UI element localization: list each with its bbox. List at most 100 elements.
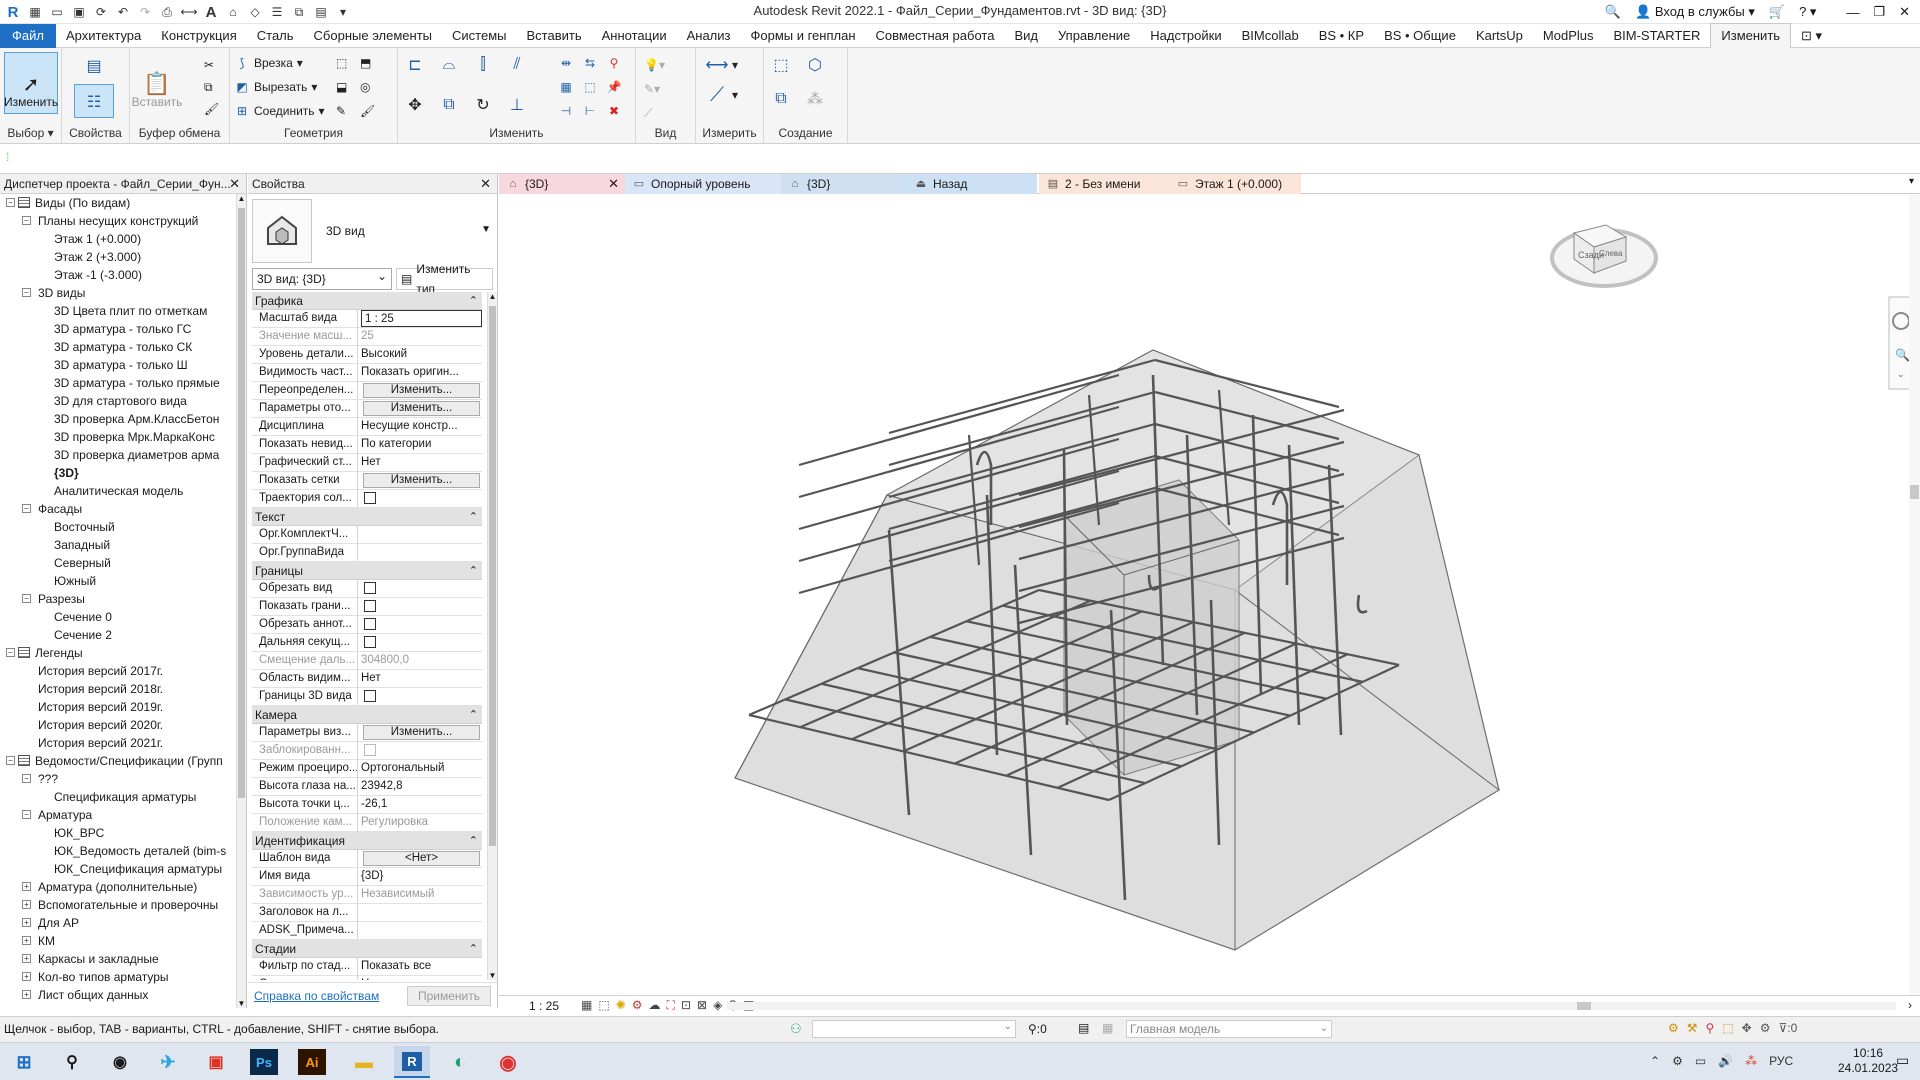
design-option-dropdown[interactable]: Главная модель ⌄ <box>1126 1020 1332 1038</box>
3d-view-canvas[interactable]: Сзади Слева 🔍 ⌄ <box>499 195 1920 995</box>
language-indicator[interactable]: РУС <box>1769 1054 1793 1068</box>
browser-item[interactable]: Восточный <box>0 518 236 536</box>
browser-item[interactable]: ЮК_Ведомость деталей (bim-s <box>0 842 236 860</box>
properties-scrollbar[interactable]: ▲ ▼ <box>487 292 497 980</box>
browser-item[interactable]: − Фасады <box>0 500 236 518</box>
property-value-cell[interactable] <box>358 580 482 597</box>
edit-button[interactable]: <Нет> <box>363 851 480 866</box>
collapse-icon[interactable]: ⌃ <box>469 508 478 526</box>
scrollbar-thumb[interactable] <box>489 306 496 846</box>
property-value-cell[interactable]: Несущие констр... <box>358 418 482 435</box>
illustrator-icon[interactable]: Ai <box>298 1049 326 1075</box>
help-icon[interactable]: ? ▾ <box>1799 4 1816 20</box>
checkbox[interactable] <box>364 690 376 702</box>
browser-item[interactable]: + Для АР <box>0 914 236 932</box>
browser-item[interactable]: Сечение 2 <box>0 626 236 644</box>
browser-item[interactable]: Этаж 2 (+3.000) <box>0 248 236 266</box>
browser-item[interactable]: − Виды (По видам) <box>0 194 236 212</box>
viewcube-left-label[interactable]: Слева <box>1599 249 1623 258</box>
expand-icon[interactable]: + <box>22 954 31 963</box>
background-process-icon[interactable]: ⚙ <box>1760 1021 1771 1035</box>
search-icon[interactable]: 🔍 <box>1605 4 1621 20</box>
browser-item[interactable]: Спецификация арматуры <box>0 788 236 806</box>
type-selector[interactable]: 3D вид ▼ <box>252 196 493 266</box>
ribbon-tab[interactable]: Файл <box>0 23 56 48</box>
user-icon[interactable]: 👤 Вход в службы ▾ <box>1635 4 1755 20</box>
property-value-cell[interactable]: Новая конструкц... <box>358 976 482 980</box>
browser-item[interactable]: − Арматура <box>0 806 236 824</box>
telegram-icon[interactable]: ✈ <box>150 1046 186 1078</box>
property-value-cell[interactable]: Показать все <box>358 958 482 975</box>
volume-icon[interactable]: 🔊 <box>1718 1054 1733 1068</box>
ribbon-tab[interactable]: Формы и генплан <box>740 24 865 48</box>
chevron-up-icon[interactable]: ⌃ <box>1650 1054 1660 1068</box>
lock-3d-icon[interactable]: ⊠ <box>697 998 707 1013</box>
view-tab[interactable]: ▭ Опорный уровень <box>625 174 781 194</box>
property-value-cell[interactable] <box>358 922 482 939</box>
cope-button[interactable]: ⟆ Врезка ▾ <box>234 52 303 74</box>
dimension-icon[interactable]: ⟋ ▾ <box>706 84 738 106</box>
unpin-icon[interactable]: ⚲ <box>606 52 622 74</box>
match-props-icon[interactable]: 🖌 <box>204 98 219 120</box>
view-tab[interactable]: ▤ 2 - Без имени <box>1039 174 1169 194</box>
view-tab[interactable]: ▭ Этаж 1 (+0.000) <box>1169 174 1301 194</box>
close-icon[interactable]: ✕ <box>480 174 491 194</box>
ribbon-tab[interactable]: Системы <box>442 24 516 48</box>
browser-item[interactable]: + Лист общих данных <box>0 986 236 1004</box>
properties-toggle-button[interactable]: ☷ <box>74 84 114 118</box>
browser-item[interactable]: Этаж 1 (+0.000) <box>0 230 236 248</box>
worksets-icon[interactable]: ⚇ <box>790 1021 802 1037</box>
expand-icon[interactable]: + <box>22 990 31 999</box>
move-icon[interactable]: ✥ <box>404 94 426 116</box>
visual-style-icon[interactable]: ⬚ <box>598 998 609 1013</box>
mirror-pick-icon[interactable]: ⫿ <box>472 54 494 76</box>
foundation-3d-model[interactable]: Сзади Слева 🔍 ⌄ <box>499 195 1920 995</box>
property-value-cell[interactable] <box>358 634 482 651</box>
collapse-icon[interactable]: − <box>22 288 31 297</box>
trim-single-icon[interactable]: ⊢ <box>582 100 598 122</box>
property-value-cell[interactable]: Нет <box>358 454 482 471</box>
browser-item[interactable]: − Легенды <box>0 644 236 662</box>
edit-button[interactable]: Изменить... <box>363 473 480 488</box>
type-properties-button[interactable]: ▤ <box>72 52 116 82</box>
create-parts-icon[interactable]: ⬡ <box>804 54 826 76</box>
browser-item[interactable]: {3D} <box>0 464 236 482</box>
filter-icon[interactable]: ⊽:0 <box>1779 1021 1798 1035</box>
browser-item[interactable]: −??? <box>0 770 236 788</box>
geom-tool-2-icon[interactable]: ⬒ <box>360 52 371 74</box>
create-group-icon[interactable]: ⧉ <box>770 88 792 110</box>
ribbon-tab[interactable]: ModPlus <box>1533 24 1604 48</box>
ribbon-tab[interactable]: Конструкция <box>151 24 246 48</box>
apply-button[interactable]: Применить <box>406 985 491 1006</box>
design-options-icon[interactable]: ▤ <box>1078 1021 1089 1035</box>
edit-type-button[interactable]: ▤ Изменить тип <box>396 262 493 296</box>
collapse-icon[interactable]: − <box>6 648 15 657</box>
checkbox[interactable] <box>364 600 376 612</box>
property-value-cell[interactable]: 23942,8 <box>358 778 482 795</box>
browser-item[interactable]: История версий 2018г. <box>0 680 236 698</box>
view-scale-label[interactable]: 1 : 25 <box>529 999 559 1013</box>
browser-item[interactable]: 3D Цвета плит по отметкам <box>0 302 236 320</box>
browser-item[interactable]: Северный <box>0 554 236 572</box>
file-explorer-icon[interactable]: ▬ <box>346 1046 382 1078</box>
browser-item[interactable]: 3D для стартового вида <box>0 392 236 410</box>
exclude-options-icon[interactable]: ▦ <box>1102 1021 1113 1035</box>
expand-icon[interactable]: + <box>22 972 31 981</box>
expand-icon[interactable]: + <box>22 936 31 945</box>
app-red-icon[interactable]: ▣ <box>198 1046 234 1078</box>
close-button[interactable]: ✕ <box>1899 4 1910 20</box>
browser-item[interactable]: + Арматура (дополнительные) <box>0 878 236 896</box>
align-icon[interactable]: ⊏ <box>404 54 426 76</box>
scroll-right-icon[interactable]: › <box>1908 998 1912 1012</box>
tray-color-icon[interactable]: ⁂ <box>1745 1054 1757 1068</box>
delete-icon[interactable]: ✖ <box>606 100 622 122</box>
property-value-cell[interactable]: Изменить... <box>358 724 482 741</box>
editing-requests-icon[interactable]: ⚲:0 <box>1028 1022 1047 1036</box>
browser-item[interactable]: 3D арматура - только ГС <box>0 320 236 338</box>
instance-filter-dropdown[interactable]: 3D вид: {3D} <box>252 266 392 290</box>
browser-item[interactable]: − Ведомости/Спецификации (Групп <box>0 752 236 770</box>
trim-multiple-icon[interactable]: ⊣ <box>558 100 574 122</box>
collapse-icon[interactable]: ⌃ <box>469 706 478 724</box>
property-value-cell[interactable]: Изменить... <box>358 382 482 399</box>
split-gap-icon[interactable]: ⇆ <box>582 52 598 74</box>
